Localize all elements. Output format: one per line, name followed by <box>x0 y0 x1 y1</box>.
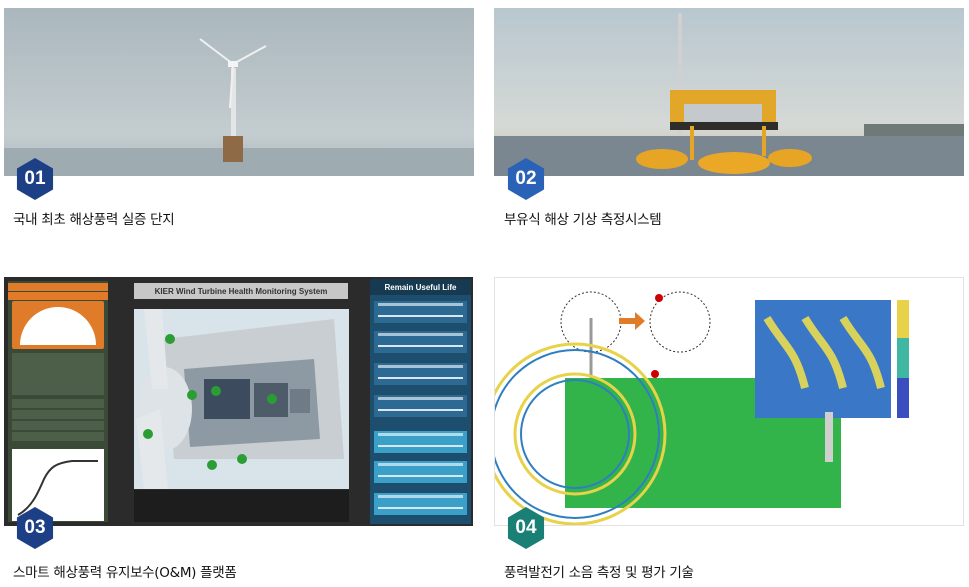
nacelle-cutaway-image <box>134 309 349 489</box>
rul-panel: Remain Useful Life <box>370 279 471 524</box>
floating-met-buoy-photo <box>494 8 964 176</box>
noise-simulation-figure <box>494 277 964 526</box>
card-caption: 부유식 해상 기상 측정시스템 <box>504 212 662 228</box>
dashboard-left-panel <box>8 281 108 522</box>
offshore-wind-turbine-photo <box>4 8 474 176</box>
rul-header: Remain Useful Life <box>370 279 471 295</box>
card-caption: 풍력발전기 소음 측정 및 평가 기술 <box>504 565 694 581</box>
monitoring-dashboard-screenshot: KIER Wind Turbine Health Monitoring Syst… <box>4 277 473 526</box>
component-legend <box>134 490 349 522</box>
dashboard-title: KIER Wind Turbine Health Monitoring Syst… <box>134 283 348 299</box>
card-caption: 스마트 해상풍력 유지보수(O&M) 플랫폼 <box>13 565 237 581</box>
card-caption: 국내 최초 해상풍력 실증 단지 <box>13 212 175 228</box>
